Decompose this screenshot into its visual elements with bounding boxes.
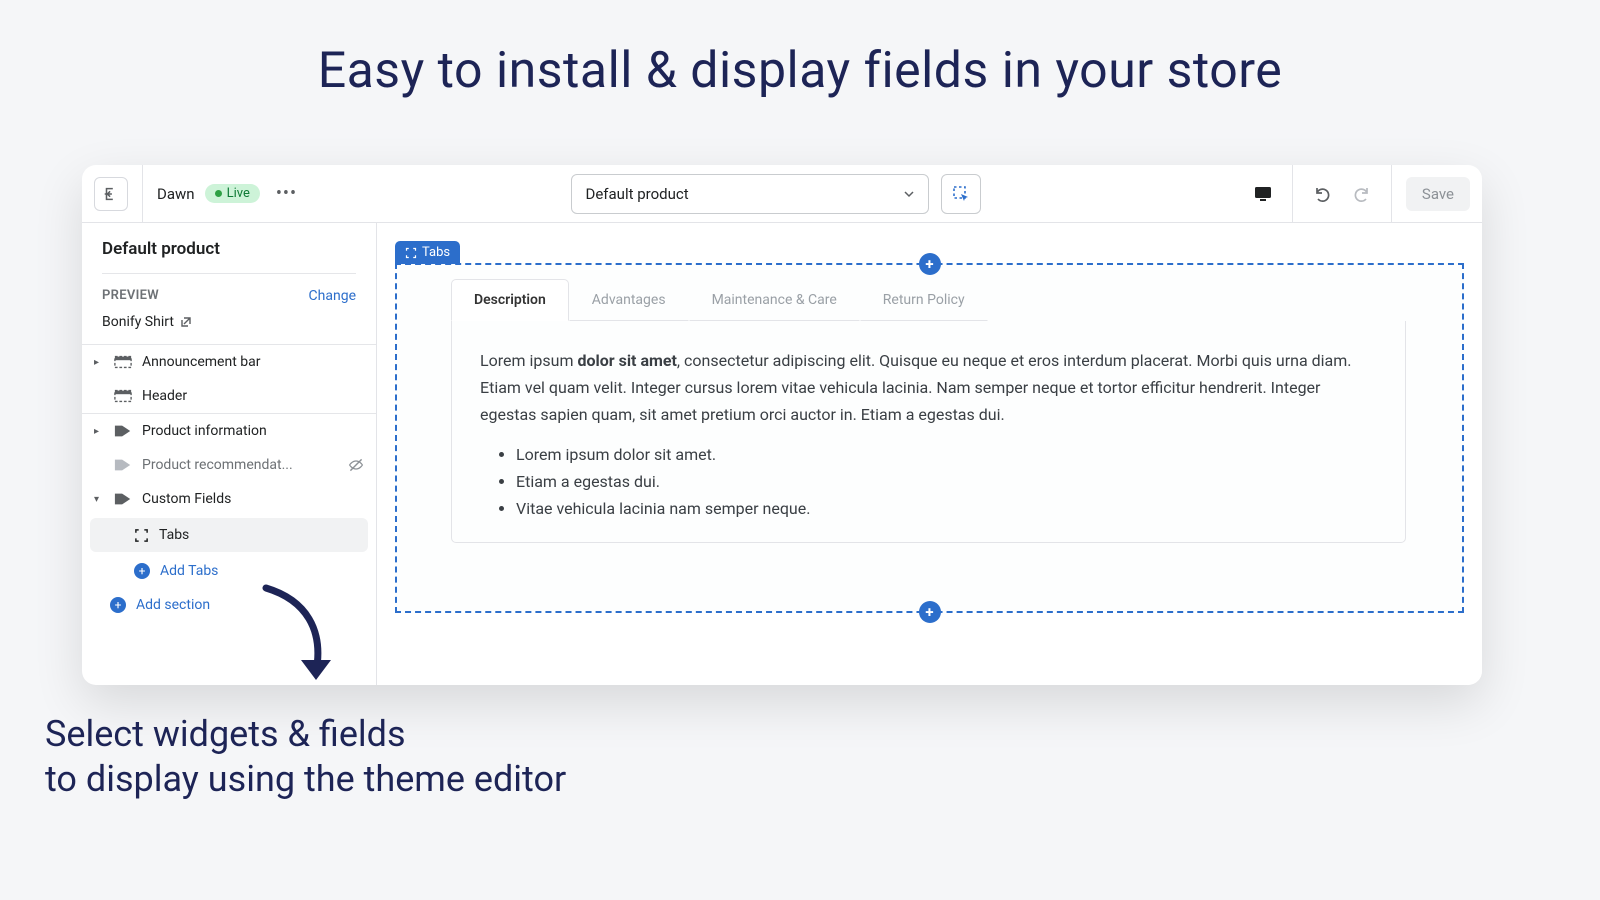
selection-badge-label: Tabs (422, 245, 450, 260)
fullscreen-icon (405, 247, 417, 259)
section-custom-fields[interactable]: ▾ Custom Fields (82, 482, 376, 516)
plus-circle-icon: + (134, 563, 150, 579)
add-tabs-label: Add Tabs (160, 563, 218, 579)
section-icon (114, 355, 132, 369)
undo-icon (1312, 184, 1332, 204)
section-label: Announcement bar (142, 354, 261, 370)
section-label: Product information (142, 423, 267, 439)
template-selector[interactable]: Default product (571, 174, 929, 214)
undo-button[interactable] (1307, 179, 1337, 209)
add-block-after-button[interactable]: + (919, 601, 941, 623)
sidebar-title: Default product (82, 239, 376, 273)
page-headline: Easy to install & display fields in your… (0, 0, 1600, 100)
bullet-list: Lorem ipsum dolor sit amet. Etiam a eges… (480, 429, 1377, 523)
tag-icon (114, 424, 132, 438)
editor-toolbar: Dawn Live ••• Default product (82, 165, 1482, 223)
chevron-down-icon: ▾ (94, 494, 104, 505)
tab-advantages[interactable]: Advantages (569, 279, 689, 321)
section-product-recommendations[interactable]: Product recommendat... (82, 448, 376, 482)
section-label: Header (142, 388, 187, 404)
section-header[interactable]: Header (82, 379, 376, 413)
annotation-caption: Select widgets & fields to display using… (45, 712, 566, 802)
template-selector-value: Default product (586, 185, 689, 203)
desktop-preview-button[interactable] (1248, 179, 1278, 209)
tab-return-policy[interactable]: Return Policy (860, 279, 988, 321)
hidden-icon (348, 457, 364, 473)
preview-product-link[interactable]: Bonify Shirt (82, 314, 376, 344)
block-label: Tabs (159, 527, 189, 543)
chevron-right-icon: ▸ (94, 426, 104, 437)
paragraph-text: Lorem ipsum (480, 351, 577, 370)
tab-content: Lorem ipsum dolor sit amet, consectetur … (452, 321, 1405, 542)
exit-button[interactable] (94, 177, 128, 211)
exit-icon (102, 185, 120, 203)
plus-circle-icon: + (110, 597, 126, 613)
list-item: Lorem ipsum dolor sit amet. (516, 441, 1377, 468)
block-tabs[interactable]: Tabs (90, 518, 368, 552)
preview-label: PREVIEW (102, 288, 159, 303)
save-button[interactable]: Save (1406, 177, 1470, 211)
section-announcement-bar[interactable]: ▸ Announcement bar (82, 345, 376, 379)
desktop-icon (1253, 184, 1273, 204)
inspector-icon (951, 184, 971, 204)
section-icon (114, 389, 132, 403)
divider (1292, 165, 1293, 223)
tag-icon (114, 492, 132, 506)
annotation-arrow-icon (246, 580, 356, 690)
list-item: Vitae vehicula lacinia nam semper neque. (516, 495, 1377, 522)
redo-icon (1352, 184, 1372, 204)
caption-line: Select widgets & fields (45, 712, 566, 757)
list-item: Etiam a egestas dui. (516, 468, 1377, 495)
tab-description[interactable]: Description (451, 279, 569, 321)
fullscreen-icon (134, 528, 149, 543)
chevron-right-icon: ▸ (94, 357, 104, 368)
divider (142, 165, 143, 223)
redo-button[interactable] (1347, 179, 1377, 209)
theme-name: Dawn (157, 185, 195, 203)
selection-outline: + + Description Advantages Maintenance &… (395, 263, 1464, 613)
add-section-label: Add section (136, 597, 210, 613)
preview-product-name: Bonify Shirt (102, 314, 174, 330)
section-label: Custom Fields (142, 491, 231, 507)
chevron-down-icon (904, 189, 914, 199)
caption-line: to display using the theme editor (45, 757, 566, 802)
add-block-before-button[interactable]: + (919, 253, 941, 275)
section-label: Product recommendat... (142, 457, 293, 473)
more-menu-button[interactable]: ••• (270, 177, 303, 210)
divider (1391, 165, 1392, 223)
change-preview-link[interactable]: Change (309, 288, 356, 304)
paragraph-bold: dolor sit amet (577, 351, 676, 370)
preview-canvas: Tabs + + Description Advantages Maintena… (377, 223, 1482, 685)
inspector-button[interactable] (941, 174, 981, 214)
tabs-widget-tabbar: Description Advantages Maintenance & Car… (451, 279, 1462, 321)
live-badge: Live (205, 184, 260, 203)
section-product-information[interactable]: ▸ Product information (82, 414, 376, 448)
selection-badge[interactable]: Tabs (395, 241, 460, 264)
tag-icon (114, 458, 132, 472)
tab-maintenance[interactable]: Maintenance & Care (689, 279, 860, 321)
external-link-icon (180, 316, 192, 328)
